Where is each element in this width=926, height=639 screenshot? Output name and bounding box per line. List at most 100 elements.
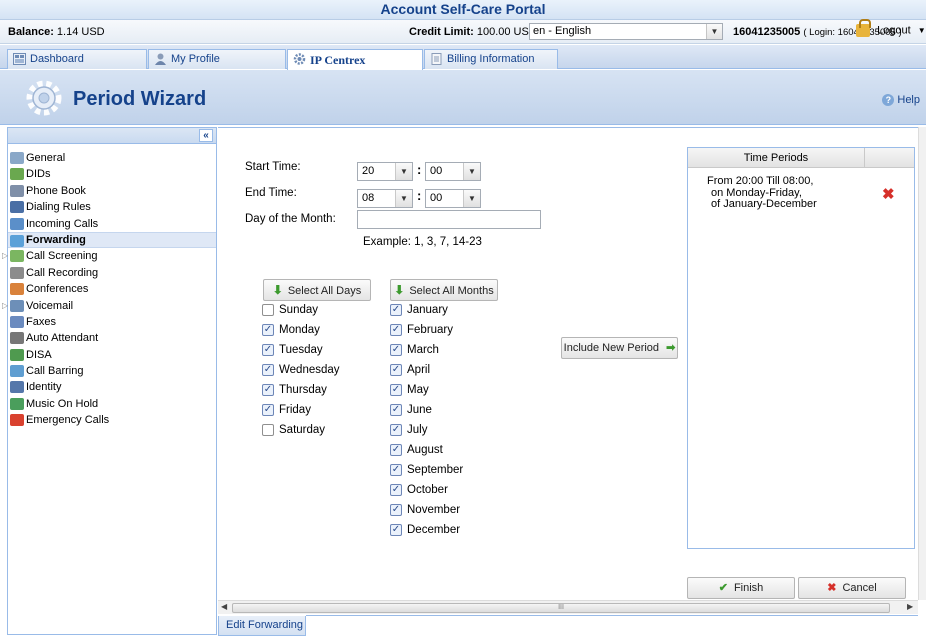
sidebar-item-incoming-calls[interactable]: Incoming Calls <box>8 216 216 232</box>
sidebar-item-dids[interactable]: DIDs <box>8 166 216 182</box>
month-checkbox-october[interactable]: ✓ October <box>390 482 448 498</box>
checkmark-icon[interactable]: ✓ <box>390 524 402 536</box>
scroll-right-icon[interactable]: ▶ <box>907 602 913 611</box>
tab-edit-forwarding[interactable]: Edit Forwarding <box>218 616 306 636</box>
month-checkbox-january[interactable]: ✓ January <box>390 302 448 318</box>
sidebar-item-identity[interactable]: Identity <box>8 379 216 395</box>
horizontal-scrollbar[interactable]: ◀ III ▶ <box>218 600 918 614</box>
account-id: 16041235005 <box>733 26 801 38</box>
sidebar-item-phone-book[interactable]: Phone Book <box>8 183 216 199</box>
end-time-label: End Time: <box>245 187 297 199</box>
finish-button[interactable]: ✔ Finish <box>687 577 795 599</box>
emergency-icon <box>10 414 24 427</box>
cancel-icon: ✖ <box>827 582 837 594</box>
sidebar-item-voicemail[interactable]: ▷ Voicemail <box>2 298 216 314</box>
checkmark-icon[interactable]: ✓ <box>262 364 274 376</box>
collapse-sidebar-button[interactable]: « <box>199 129 213 142</box>
checkmark-icon[interactable]: ✓ <box>262 324 274 336</box>
sidebar-item-disa[interactable]: DISA <box>8 347 216 363</box>
sidebar-item-faxes[interactable]: Faxes <box>8 314 216 330</box>
language-select[interactable]: en - English ▼ <box>529 23 723 40</box>
day-checkbox-tuesday[interactable]: ✓ Tuesday <box>262 342 323 358</box>
checkmark-icon[interactable]: ✓ <box>390 464 402 476</box>
checkmark-icon[interactable]: ✓ <box>390 344 402 356</box>
checkmark-icon[interactable]: ✓ <box>390 404 402 416</box>
page-title: Period Wizard <box>73 88 207 110</box>
day-checkbox-saturday[interactable]: Saturday <box>262 422 325 438</box>
include-new-period-label: Include New Period <box>563 342 660 354</box>
sidebar-item-call-barring[interactable]: Call Barring <box>8 363 216 379</box>
end-minute-select[interactable]: 00 ▼ <box>425 189 481 208</box>
vertical-scrollbar[interactable] <box>918 127 926 600</box>
tab-dashboard[interactable]: Dashboard <box>7 49 147 69</box>
checkmark-icon[interactable]: ✓ <box>390 384 402 396</box>
sidebar-nav: General DIDs Phone Book Dialing Rules Incomi… <box>2 144 216 429</box>
checkmark-icon[interactable]: ✓ <box>390 304 402 316</box>
balance-value: 1.14 USD <box>56 26 105 38</box>
month-checkbox-august[interactable]: ✓ August <box>390 442 443 458</box>
month-checkbox-june[interactable]: ✓ June <box>390 402 432 418</box>
sidebar-item-dialing-rules[interactable]: Dialing Rules <box>8 199 216 215</box>
month-checkbox-april[interactable]: ✓ April <box>390 362 430 378</box>
sidebar-item-call-recording[interactable]: Call Recording <box>8 265 216 281</box>
checkmark-icon[interactable]: ✓ <box>390 364 402 376</box>
include-new-period-button[interactable]: Include New Period ➡ <box>561 337 678 359</box>
checkmark-icon[interactable]: ✓ <box>262 344 274 356</box>
checkmark-icon[interactable]: ✓ <box>262 404 274 416</box>
incoming-call-icon <box>10 217 24 230</box>
tab-ip-centrex[interactable]: IP Centrex <box>287 49 423 70</box>
scroll-left-icon[interactable]: ◀ <box>221 602 227 611</box>
checkmark-icon[interactable]: ✓ <box>390 484 402 496</box>
balance-label: Balance: <box>8 26 54 38</box>
select-all-months-button[interactable]: ⬇ Select All Months <box>390 279 498 301</box>
month-checkbox-may[interactable]: ✓ May <box>390 382 429 398</box>
checkmark-icon[interactable]: ✓ <box>390 444 402 456</box>
day-label: Saturday <box>279 424 326 436</box>
select-all-days-button[interactable]: ⬇ Select All Days <box>263 279 371 301</box>
checkmark-icon[interactable]: ✓ <box>390 424 402 436</box>
month-checkbox-february[interactable]: ✓ February <box>390 322 453 338</box>
checkmark-icon[interactable]: ✓ <box>262 384 274 396</box>
expand-arrow-icon[interactable]: ▷ <box>2 298 8 314</box>
sidebar-item-conferences[interactable]: Conferences <box>8 281 216 297</box>
month-checkbox-september[interactable]: ✓ September <box>390 462 463 478</box>
chevron-down-icon[interactable]: ▼ <box>706 24 722 39</box>
sidebar-item-call-screening[interactable]: ▷ Call Screening <box>2 248 216 264</box>
start-minute-select[interactable]: 00 ▼ <box>425 162 481 181</box>
day-checkbox-sunday[interactable]: Sunday <box>262 302 318 318</box>
day-label: Sunday <box>279 304 319 316</box>
checkmark-icon[interactable]: ✓ <box>390 324 402 336</box>
delete-period-icon[interactable]: ✖ <box>882 185 895 203</box>
logout-button[interactable]: Logout ▼ <box>856 19 926 37</box>
expand-arrow-icon[interactable]: ▷ <box>2 248 8 264</box>
scrollbar-thumb[interactable]: III <box>232 603 890 613</box>
checkmark-icon[interactable]: ✓ <box>390 504 402 516</box>
day-label: Wednesday <box>279 364 340 376</box>
day-checkbox-friday[interactable]: ✓ Friday <box>262 402 311 418</box>
app-title: Account Self-Care Portal <box>0 0 926 20</box>
day-of-month-input[interactable] <box>357 210 541 229</box>
help-link[interactable]: ? Help <box>882 94 920 106</box>
end-hour-select[interactable]: 08 ▼ <box>357 189 413 208</box>
day-checkbox-monday[interactable]: ✓ Monday <box>262 322 320 338</box>
start-hour-select[interactable]: 20 ▼ <box>357 162 413 181</box>
tab-my-profile[interactable]: My Profile <box>148 49 286 69</box>
sidebar-item-music-on-hold[interactable]: Music On Hold <box>8 396 216 412</box>
cancel-button[interactable]: ✖ Cancel <box>798 577 906 599</box>
sidebar-item-forwarding[interactable]: Forwarding <box>8 231 216 249</box>
checkbox-empty-icon[interactable] <box>262 304 274 316</box>
sidebar-item-general[interactable]: General <box>8 150 216 166</box>
sidebar-item-label: Conferences <box>26 283 89 296</box>
checkbox-empty-icon[interactable] <box>262 424 274 436</box>
month-checkbox-november[interactable]: ✓ November <box>390 502 460 518</box>
day-checkbox-wednesday[interactable]: ✓ Wednesday <box>262 362 340 378</box>
month-checkbox-july[interactable]: ✓ July <box>390 422 427 438</box>
month-label: July <box>407 424 428 436</box>
tab-billing-information[interactable]: Billing Information <box>424 49 558 69</box>
month-checkbox-december[interactable]: ✓ December <box>390 522 460 538</box>
day-checkbox-thursday[interactable]: ✓ Thursday <box>262 382 327 398</box>
sidebar-item-auto-attendant[interactable]: Auto Attendant <box>8 330 216 346</box>
sidebar-item-label: DISA <box>26 348 52 361</box>
sidebar-item-emergency-calls[interactable]: Emergency Calls <box>8 412 216 428</box>
month-checkbox-march[interactable]: ✓ March <box>390 342 439 358</box>
